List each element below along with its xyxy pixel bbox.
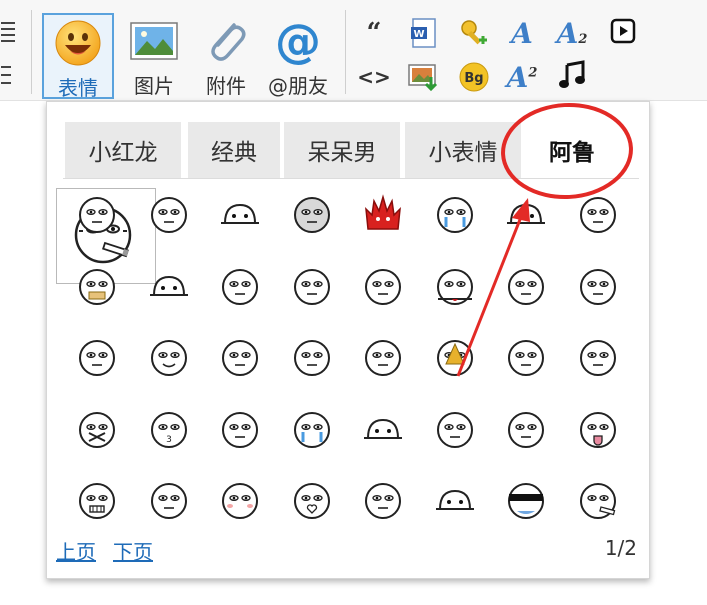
page-counter: 1/2 [604,536,637,560]
aru-shy-icon[interactable] [568,186,628,242]
aru-teeth-icon[interactable] [67,472,127,528]
tab-divider [63,178,639,179]
aru-smile-icon[interactable] [139,329,199,385]
aru-blue-tears-icon[interactable] [282,401,342,457]
prev-page-link[interactable]: 上页 [56,536,96,565]
editor-toolbar: 表情 图片 附件 @ @朋友 “ W A A2 <> Bg A2 [0,0,707,101]
aru-hiding-icon[interactable] [496,186,556,242]
tab-jingdian[interactable]: 经典 [188,122,280,178]
picture-icon [126,16,182,66]
emoticon-label: 表情 [58,76,98,100]
code-icon[interactable]: <> [354,58,394,96]
font-style-icon[interactable]: A [502,14,542,52]
aru-eyes-only-icon[interactable] [425,472,485,528]
superscript-icon[interactable]: A2 [502,58,542,96]
svg-text:3: 3 [166,435,172,445]
aru-shocked-icon[interactable] [496,258,556,314]
toolbar-divider [31,10,32,94]
video-play-icon[interactable] [603,12,643,50]
aru-tent-icon[interactable] [210,186,270,242]
aru-thinking-icon[interactable] [210,401,270,457]
insert-image-icon[interactable] [404,58,444,96]
aru-blue-drool-icon[interactable] [425,186,485,242]
aru-pressing-icon[interactable] [210,329,270,385]
aru-crying-group-icon[interactable] [139,186,199,242]
tab-daidainan[interactable]: 呆呆男 [284,122,400,178]
attachment-button[interactable]: 附件 [190,13,262,99]
aru-three-mouth-icon[interactable]: 3 [139,401,199,457]
smiley-face-icon [50,18,106,68]
aru-flower-icon[interactable] [425,401,485,457]
aru-red-fire-icon[interactable] [353,186,413,242]
aru-fear-icon[interactable] [282,258,342,314]
aru-sprout-icon[interactable] [210,258,270,314]
picture-button[interactable]: 图片 [118,13,190,99]
aru-tired-icon[interactable] [568,329,628,385]
aru-blush-icon[interactable] [210,472,270,528]
aru-smoking-icon[interactable] [67,186,127,242]
background-color-icon[interactable]: Bg [454,58,494,96]
aru-peek-icon[interactable] [139,258,199,314]
tab-xiaobiaoqing[interactable]: 小表情 [405,122,521,178]
next-page-link[interactable]: 下页 [113,536,153,565]
emoji-picker-popup: 小红龙 经典 呆呆男 小表情 阿鲁 上页 下页 1/2 3 [46,101,650,579]
aru-shooting-icon[interactable] [67,329,127,385]
aru-big-eyes-icon[interactable] [139,472,199,528]
emoticon-button[interactable]: 表情 [42,13,114,100]
mention-friend-button[interactable]: @ @朋友 [262,13,334,99]
paperclip-icon [198,16,254,66]
aru-peach-butt-icon[interactable] [496,401,556,457]
aru-yellow-mouth-icon[interactable] [67,258,127,314]
toolbar-divider [345,10,346,94]
aru-blowing-icon[interactable] [282,329,342,385]
aru-poop-icon[interactable] [425,329,485,385]
at-sign-icon: @ [275,14,321,68]
mention-friend-label: @朋友 [268,74,328,98]
music-note-icon[interactable] [552,56,592,94]
aru-tongue-icon[interactable] [568,401,628,457]
tab-xiaohonglong[interactable]: 小红龙 [65,122,181,178]
aru-bleeding-icon[interactable] [425,258,485,314]
aru-plain-face-icon[interactable] [282,186,342,242]
attachment-label: 附件 [206,74,246,98]
aru-heart-lips-icon[interactable] [282,472,342,528]
picture-label: 图片 [134,74,174,98]
key-icon[interactable] [454,14,494,52]
aru-cigar-icon[interactable] [568,472,628,528]
tab-alu[interactable]: 阿鲁 [525,122,619,178]
word-document-icon[interactable]: W [404,14,444,52]
aru-frown-icon[interactable] [353,329,413,385]
subscript-icon[interactable]: A2 [552,14,592,52]
aru-spitting-icon[interactable] [568,258,628,314]
aru-wavy-icon[interactable] [353,472,413,528]
aru-shush-icon[interactable] [67,401,127,457]
list-format-icon[interactable] [0,0,28,100]
aru-sparkle-icon[interactable] [496,329,556,385]
svg-text:W: W [413,29,424,40]
svg-text:Bg: Bg [464,71,483,86]
aru-sunglasses-icon[interactable] [496,472,556,528]
aru-dome-icon[interactable] [353,401,413,457]
quote-icon[interactable]: “ [354,14,394,52]
aru-sad-icon[interactable] [353,258,413,314]
